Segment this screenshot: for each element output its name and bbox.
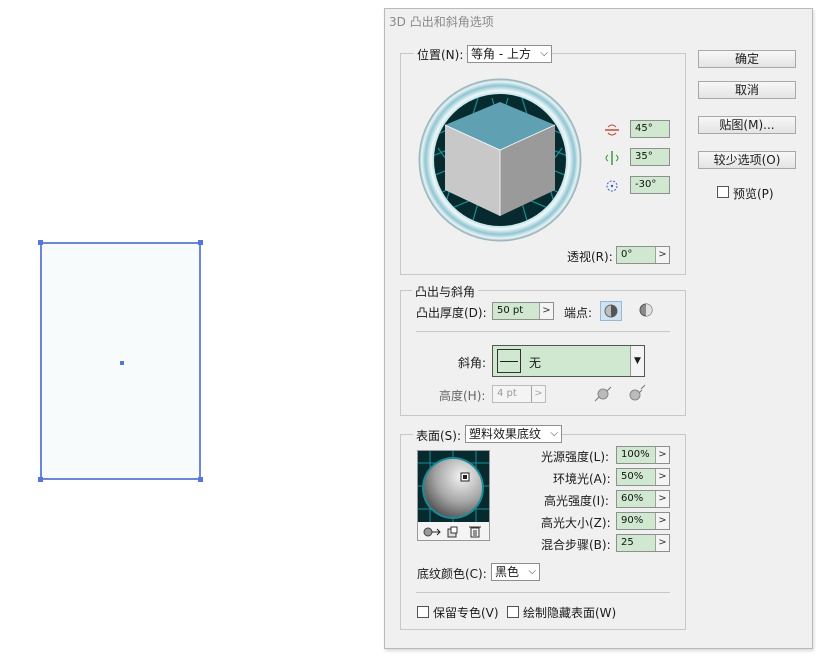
highlight-intensity-label: 高光强度(I):: [544, 494, 609, 508]
cap-on-icon: [604, 304, 618, 318]
preserve-spot-label: 保留专色(V): [433, 606, 499, 620]
bevel-swatch: [497, 349, 521, 373]
light-intensity-label: 光源强度(L):: [541, 450, 610, 464]
dialog-title: 3D 凸出和斜角选项: [389, 15, 494, 29]
shade-color-value: 黑色: [495, 565, 520, 579]
chevron-right-icon[interactable]: >: [655, 535, 669, 551]
shade-color-dropdown[interactable]: 黑色 ⌵: [491, 563, 540, 581]
highlight-size-field[interactable]: 90% >: [616, 512, 670, 530]
cap-label: 端点:: [564, 306, 593, 320]
chevron-right-icon[interactable]: >: [655, 491, 669, 507]
preview-checkbox[interactable]: [717, 186, 729, 198]
extrude-depth-label: 凸出厚度(D):: [416, 306, 487, 320]
highlight-intensity-value[interactable]: 60%: [617, 491, 655, 507]
chevron-right-icon[interactable]: >: [655, 247, 669, 263]
bevel-extent-out-icon: [594, 386, 612, 402]
ok-button[interactable]: 确定: [698, 50, 796, 68]
extrude-depth-field[interactable]: 50 pt >: [492, 302, 554, 320]
draw-hidden-label: 绘制隐藏表面(W): [523, 606, 617, 620]
artboard-handle-tl[interactable]: [38, 240, 43, 245]
bevel-height-label: 高度(H):: [439, 389, 486, 403]
rotation-trackball[interactable]: [418, 78, 582, 242]
cap-off-icon: [639, 303, 653, 317]
chevron-right-icon[interactable]: >: [655, 513, 669, 529]
rotate-y-value[interactable]: 35°: [631, 149, 669, 165]
chevron-right-icon[interactable]: >: [539, 303, 553, 319]
delete-light-button[interactable]: [469, 525, 481, 538]
position-legend: 位置(N):: [414, 46, 467, 63]
perspective-field[interactable]: 0° >: [616, 246, 670, 264]
ambient-value[interactable]: 50%: [617, 469, 655, 485]
chevron-right-icon[interactable]: >: [655, 447, 669, 463]
surface-type-dropdown[interactable]: 塑料效果底纹 ⌵: [465, 425, 562, 443]
fewer-options-button[interactable]: 较少选项(O): [698, 151, 796, 169]
blend-steps-value[interactable]: 25: [617, 535, 655, 551]
bevel-height-field[interactable]: 4 pt >: [492, 385, 546, 403]
cube-trackball-icon: [418, 78, 582, 242]
cap-off-button[interactable]: [636, 301, 658, 321]
rotate-x-field[interactable]: 45°: [630, 120, 670, 138]
extrude-separator: [416, 331, 670, 332]
move-light-back-button[interactable]: [422, 525, 442, 539]
surface-type-value: 塑料效果底纹: [469, 427, 542, 441]
lighting-preview-panel: [417, 450, 490, 541]
lighting-sphere-icon[interactable]: [418, 451, 489, 522]
draw-hidden-checkbox[interactable]: [507, 606, 519, 618]
cancel-button[interactable]: 取消: [698, 81, 796, 99]
light-intensity-field[interactable]: 100% >: [616, 446, 670, 464]
bevel-extent-out-button[interactable]: [592, 384, 614, 404]
chevron-down-icon[interactable]: ▼: [630, 346, 644, 376]
highlight-size-value[interactable]: 90%: [617, 513, 655, 529]
chevron-down-icon: ⌵: [550, 428, 558, 439]
bevel-extent-in-button[interactable]: [626, 384, 648, 404]
ambient-label: 环境光(A):: [553, 472, 611, 486]
extrude-depth-value[interactable]: 50 pt: [493, 303, 539, 319]
bevel-value: 无: [529, 356, 542, 370]
rotate-x-icon: [603, 123, 621, 137]
bevel-label: 斜角:: [458, 356, 487, 370]
extrude-legend: 凸出与斜角: [412, 283, 479, 300]
rotate-z-icon: [603, 178, 621, 194]
bevel-height-value[interactable]: 4 pt: [493, 386, 531, 402]
perspective-value[interactable]: 0°: [617, 247, 655, 263]
bevel-dropdown[interactable]: 无 ▼: [492, 345, 645, 377]
new-light-button[interactable]: [447, 526, 459, 538]
rotate-x-value[interactable]: 45°: [631, 121, 669, 137]
chevron-down-icon: ⌵: [540, 48, 548, 59]
map-button[interactable]: 贴图(M)...: [698, 116, 796, 134]
shade-color-label: 底纹颜色(C):: [417, 567, 487, 581]
cap-on-button[interactable]: [600, 301, 622, 321]
artboard[interactable]: [38, 240, 203, 482]
artboard-handle-tr[interactable]: [198, 240, 203, 245]
light-intensity-value[interactable]: 100%: [617, 447, 655, 463]
3d-extrude-dialog: 3D 凸出和斜角选项 确定 取消 贴图(M)... 较少选项(O) 预览(P) …: [384, 8, 813, 649]
highlight-intensity-field[interactable]: 60% >: [616, 490, 670, 508]
light-back-icon: [423, 527, 441, 537]
artboard-handle-br[interactable]: [198, 477, 203, 482]
trash-icon: [469, 526, 481, 538]
artboard-handle-bl[interactable]: [38, 477, 43, 482]
rotate-y-icon: [603, 150, 621, 166]
preserve-spot-checkbox[interactable]: [417, 606, 429, 618]
blend-steps-field[interactable]: 25 >: [616, 534, 670, 552]
perspective-label: 透视(R):: [567, 250, 613, 264]
rotate-z-value[interactable]: -30°: [631, 177, 669, 193]
surface-legend: 表面(S):: [413, 427, 465, 444]
position-preset-value: 等角 - 上方: [471, 47, 531, 61]
artboard-center-point: [120, 361, 124, 365]
highlight-size-label: 高光大小(Z):: [541, 516, 611, 530]
rotate-y-field[interactable]: 35°: [630, 148, 670, 166]
bevel-extent-in-icon: [629, 384, 646, 401]
blend-steps-label: 混合步骤(B):: [541, 538, 611, 552]
new-light-icon: [447, 526, 458, 538]
ambient-field[interactable]: 50% >: [616, 468, 670, 486]
chevron-right-icon[interactable]: >: [655, 469, 669, 485]
rotate-z-field[interactable]: -30°: [630, 176, 670, 194]
chevron-right-icon[interactable]: >: [531, 386, 545, 402]
preview-label: 预览(P): [733, 187, 774, 201]
chevron-down-icon: ⌵: [528, 566, 536, 577]
surface-separator: [416, 592, 670, 593]
position-preset-dropdown[interactable]: 等角 - 上方 ⌵: [467, 45, 552, 63]
